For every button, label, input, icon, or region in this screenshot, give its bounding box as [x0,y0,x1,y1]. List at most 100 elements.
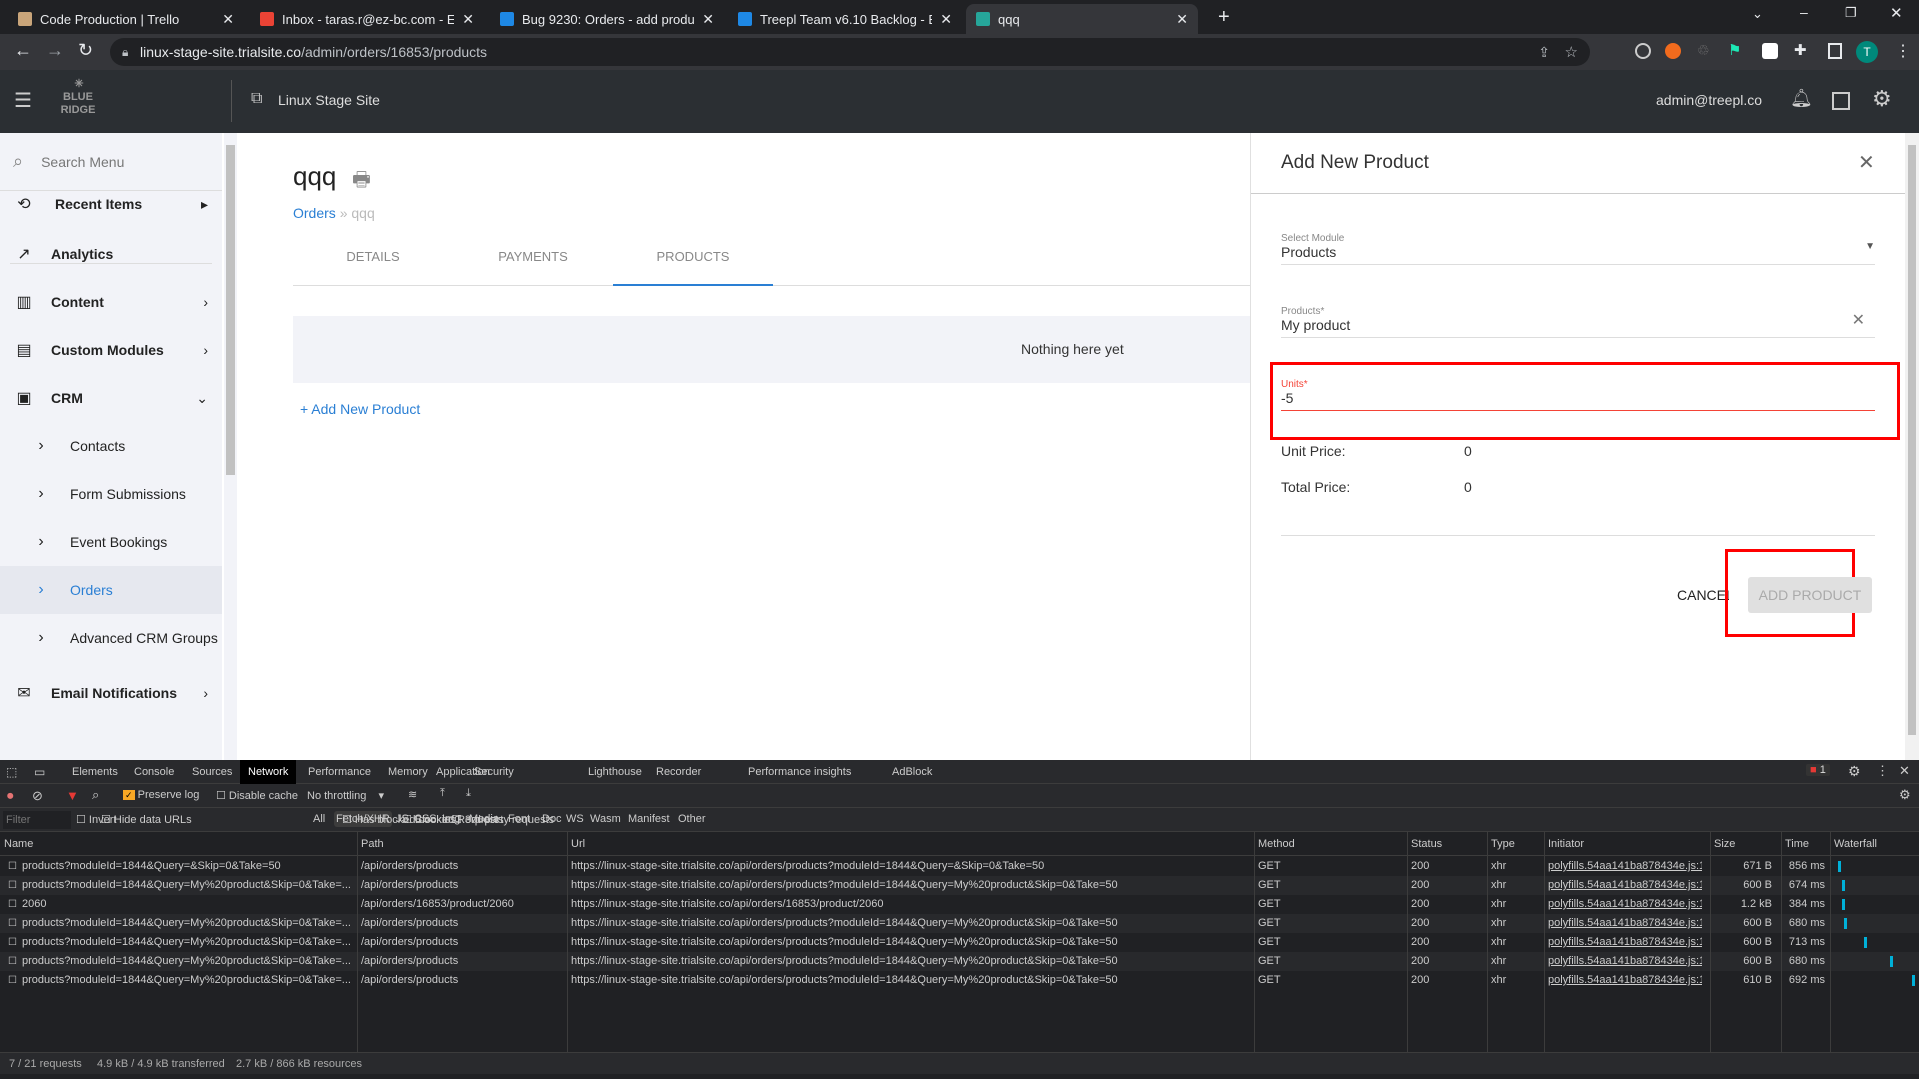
preserve-log-checkbox[interactable]: ✓ Preserve log [123,789,199,801]
close-devtools-icon[interactable]: ✕ [1899,763,1910,779]
sidebar-item-crm[interactable]: ▣ CRM ⌄ [0,374,222,422]
tab-close-icon[interactable]: ✕ [702,11,714,28]
filter-type-other[interactable]: Other [676,811,708,827]
row-checkbox[interactable]: ☐ [8,914,17,933]
devtools-tab-adblock[interactable]: AdBlock [884,760,940,784]
forward-icon[interactable]: → [46,40,64,61]
sidebar-item-recent-items[interactable]: ⟲ Recent Items ▸ [0,180,222,228]
column-header-name[interactable]: Name [4,832,33,856]
table-row[interactable]: products?moduleId=1844&Query=My%20produc… [0,933,1919,952]
devtools-tab-lighthouse[interactable]: Lighthouse [580,760,650,784]
devtools-tab-elements[interactable]: Elements [64,760,126,784]
minimize-button[interactable]: – [1800,4,1808,20]
devtools-tab-recorder[interactable]: Recorder [648,760,709,784]
sidebar-item-event-bookings[interactable]: › Event Bookings [0,518,222,566]
devtools-tab-network[interactable]: Network [240,760,297,784]
extension-icon[interactable]: ⚑ [1728,41,1741,59]
import-har-icon[interactable]: ⤒ [440,787,445,800]
devtools-tab-security[interactable]: Security [466,760,522,784]
units-input[interactable]: Units* -5 [1281,379,1875,411]
inspect-icon[interactable]: ⬚ [6,765,17,779]
new-tab-button[interactable]: + [1218,6,1230,29]
sidebar-item-content[interactable]: ▥ Content › [0,278,222,326]
cell-initiator[interactable]: polyfills.54aa141ba878434e.js:1 [1548,895,1702,914]
sidebar-item-analytics[interactable]: ↗ Analytics [0,230,222,278]
image-icon[interactable] [1832,92,1850,110]
sidebar-item-contacts[interactable]: › Contacts [0,422,222,470]
sidebar-scrollbar[interactable] [224,133,237,760]
column-header-url[interactable]: Url [571,832,585,856]
table-row[interactable]: products?moduleId=1844&Query=&Skip=0&Tak… [0,857,1919,876]
table-row[interactable]: products?moduleId=1844&Query=My%20produc… [0,971,1919,990]
tab-close-icon[interactable]: ✕ [222,11,234,28]
sidebar-item-form-submissions[interactable]: › Form Submissions [0,470,222,518]
row-checkbox[interactable]: ☐ [8,971,17,990]
column-header-path[interactable]: Path [361,832,384,856]
close-icon[interactable]: ✕ [1858,150,1875,175]
cell-initiator[interactable]: polyfills.54aa141ba878434e.js:1 [1548,914,1702,933]
hamburger-menu-icon[interactable]: ☰ [14,88,32,113]
disable-cache-checkbox[interactable]: ☐ Disable cache [216,789,298,802]
breadcrumb-orders[interactable]: Orders [293,205,336,221]
column-header-type[interactable]: Type [1491,832,1515,856]
page-scrollbar[interactable] [1905,133,1919,760]
bell-icon[interactable]: 🔔︎ [1790,88,1813,109]
filter-type-all[interactable]: All [311,811,327,827]
share-icon[interactable]: ⇪ [1538,44,1550,61]
third-party-checkbox[interactable]: ☐ 3rd-party requests [452,813,554,826]
browser-tab[interactable]: Inbox - taras.r@ez-bc.com - EZ-B ✕ [250,4,484,34]
filter-input[interactable] [3,811,71,829]
export-har-icon[interactable]: ⤓ [466,787,471,800]
extension-icon[interactable]: ♲ [1697,42,1710,59]
network-settings-icon[interactable]: ⚙ [1899,787,1911,803]
issues-badge[interactable]: ■ 1 [1806,764,1830,776]
column-header-method[interactable]: Method [1258,832,1295,856]
devtools-tab-performance[interactable]: Performance [300,760,379,784]
settings-icon[interactable]: ⚙ [1848,763,1861,780]
tab-payments[interactable]: PAYMENTS [453,241,613,286]
column-header-size[interactable]: Size [1714,832,1735,856]
table-row[interactable]: products?moduleId=1844&Query=My%20produc… [0,876,1919,895]
site-name[interactable]: Linux Stage Site [278,92,380,108]
devtools-tab-performance-insights[interactable]: Performance insights [740,760,859,784]
extension-icon[interactable] [1665,43,1681,59]
clear-icon[interactable]: ✕ [1852,310,1865,330]
cell-initiator[interactable]: polyfills.54aa141ba878434e.js:1 [1548,971,1702,990]
add-new-product-link[interactable]: + Add New Product [300,401,420,417]
browser-tab[interactable]: qqq ✕ [966,4,1198,34]
tab-products[interactable]: PRODUCTS [613,241,773,286]
user-email[interactable]: admin@treepl.co [1656,92,1762,108]
tab-details[interactable]: DETAILS [293,241,453,286]
cell-initiator[interactable]: polyfills.54aa141ba878434e.js:1 [1548,857,1702,876]
column-header-initiator[interactable]: Initiator [1548,832,1584,856]
cell-initiator[interactable]: polyfills.54aa141ba878434e.js:1 [1548,933,1702,952]
column-header-time[interactable]: Time [1785,832,1809,856]
tab-close-icon[interactable]: ✕ [1176,11,1188,28]
network-conditions-icon[interactable]: ≋ [408,788,417,801]
sidebar-item-orders[interactable]: › Orders [0,566,222,614]
search-icon[interactable]: ⌕ [92,787,99,803]
devtools-tab-console[interactable]: Console [126,760,182,784]
browser-tab[interactable]: Treepl Team v6.10 Backlog - Boar ✕ [728,4,962,34]
row-checkbox[interactable]: ☐ [8,857,17,876]
filter-icon[interactable]: ▼ [66,788,79,803]
back-icon[interactable]: ← [14,40,32,61]
row-checkbox[interactable]: ☐ [8,952,17,971]
table-row[interactable]: products?moduleId=1844&Query=My%20produc… [0,952,1919,971]
browser-menu-icon[interactable]: ⋮ [1895,41,1911,61]
hide-data-urls-checkbox[interactable]: ☐ Hide data URLs [101,813,192,826]
device-toolbar-icon[interactable]: ▭ [34,765,45,779]
cell-initiator[interactable]: polyfills.54aa141ba878434e.js:1 [1548,952,1702,971]
close-window-button[interactable]: ✕ [1890,4,1903,22]
puzzle-icon[interactable]: ✚ [1794,41,1807,59]
table-row[interactable]: 2060/api/orders/16853/product/2060 https:… [0,895,1919,914]
sidebar-item-advanced-crm-groups[interactable]: › Advanced CRM Groups [0,614,222,662]
gear-icon[interactable]: ⚙ [1872,86,1892,112]
row-checkbox[interactable]: ☐ [8,933,17,952]
column-header-waterfall[interactable]: Waterfall [1834,832,1877,856]
cell-initiator[interactable]: polyfills.54aa141ba878434e.js:1 [1548,876,1702,895]
clear-icon[interactable]: ⊘ [32,788,43,804]
add-product-button[interactable]: ADD PRODUCT [1748,577,1872,613]
throttling-select[interactable]: No throttling ▾ [307,789,384,802]
profile-avatar[interactable]: T [1856,41,1878,63]
